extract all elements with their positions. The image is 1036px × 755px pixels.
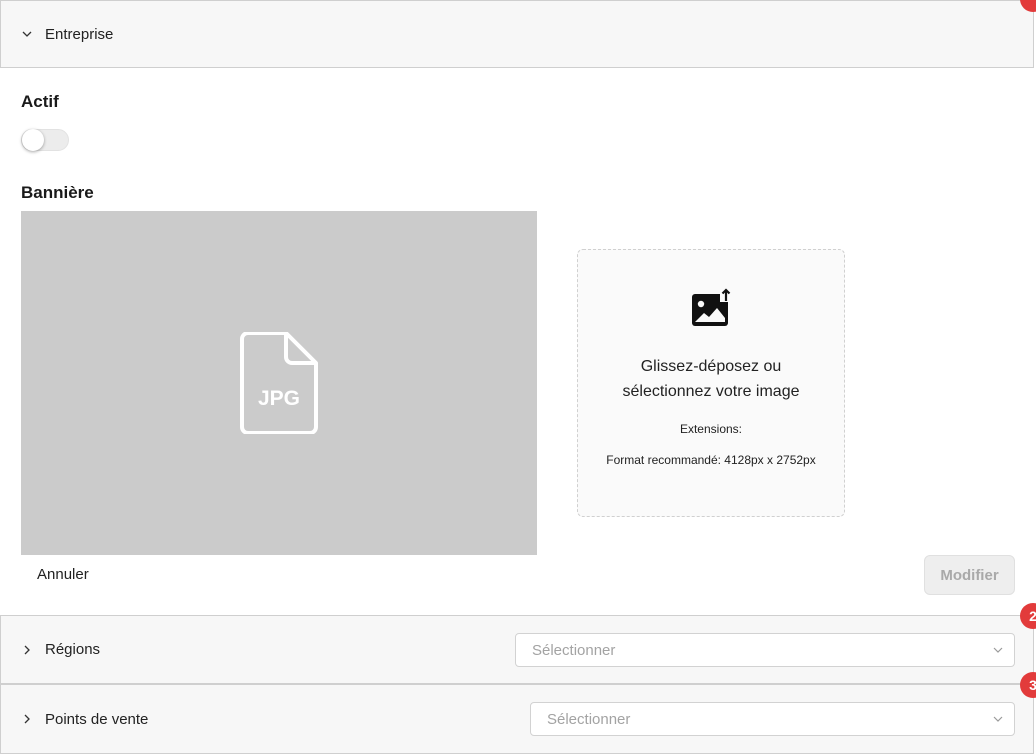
actif-toggle[interactable] [21, 129, 69, 151]
image-dropzone[interactable]: Glissez-déposez ou sélectionnez votre im… [577, 249, 845, 517]
section-header-entreprise[interactable]: Entreprise [0, 0, 1034, 68]
chevron-right-icon [21, 644, 33, 656]
dropzone-line-1: Glissez-déposez ou [640, 358, 782, 375]
points-de-vente-select-placeholder: Sélectionner [547, 710, 631, 728]
dropzone-line-2: sélectionnez votre image [622, 383, 800, 400]
banniere-label: Bannière [21, 183, 94, 202]
chevron-right-icon [21, 713, 33, 725]
regions-select[interactable]: Sélectionner [515, 633, 1015, 667]
chevron-down-icon [992, 713, 1004, 725]
dropzone-extensions: Extensions: [679, 422, 743, 436]
jpg-label: JPG [258, 387, 300, 410]
dropzone-format: Format recommandé: 4128px x 2752px [606, 453, 816, 467]
section-title-points-de-vente: Points de vente [45, 710, 149, 728]
points-de-vente-select[interactable]: Sélectionner [530, 702, 1015, 736]
chevron-down-icon [21, 28, 33, 40]
regions-select-placeholder: Sélectionner [532, 641, 616, 659]
section-title-regions: Régions [45, 641, 101, 658]
section-title-entreprise: Entreprise [45, 25, 114, 43]
modify-button[interactable]: Modifier [924, 555, 1015, 595]
jpg-file-icon: JPG [240, 332, 318, 434]
dropzone-instructions: Glissez-déposez ou sélectionnez votre im… [578, 354, 844, 404]
toggle-knob [22, 129, 44, 151]
banner-preview: JPG [21, 211, 537, 555]
chevron-down-icon [992, 644, 1004, 656]
image-upload-icon [690, 288, 732, 333]
cancel-button[interactable]: Annuler [37, 566, 89, 583]
actif-label: Actif [21, 92, 59, 111]
